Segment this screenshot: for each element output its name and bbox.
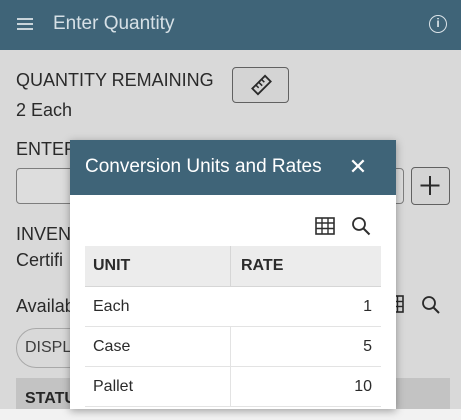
info-icon[interactable]: i: [429, 15, 447, 33]
dialog-title: Conversion Units and Rates: [85, 156, 322, 177]
table-row[interactable]: Each 1: [85, 287, 381, 327]
hamburger-icon[interactable]: [17, 16, 33, 32]
app-header: Enter Quantity i: [0, 0, 461, 50]
rate-column-header[interactable]: RATE: [231, 246, 381, 286]
page-title: Enter Quantity: [53, 13, 175, 34]
conversion-table: UNIT RATE Each 1 Case 5 Pallet 10: [85, 246, 381, 407]
search-icon[interactable]: [351, 216, 371, 236]
close-icon[interactable]: ✕: [345, 154, 371, 180]
unit-cell: Case: [85, 327, 231, 366]
unit-cell: Each: [93, 298, 130, 315]
rate-cell: 10: [354, 378, 372, 395]
rate-cell: 1: [363, 298, 372, 315]
table-row[interactable]: Pallet 10: [85, 367, 381, 407]
conversion-units-dialog: Conversion Units and Rates ✕ UNIT RATE E…: [70, 140, 396, 409]
table-header-row: UNIT RATE: [85, 246, 381, 287]
dialog-header: Conversion Units and Rates ✕: [70, 140, 396, 195]
rate-cell: 5: [363, 338, 372, 355]
table-row[interactable]: Case 5: [85, 327, 381, 367]
unit-column-header[interactable]: UNIT: [85, 246, 231, 286]
grid-icon[interactable]: [315, 217, 335, 235]
unit-cell: Pallet: [85, 367, 231, 406]
